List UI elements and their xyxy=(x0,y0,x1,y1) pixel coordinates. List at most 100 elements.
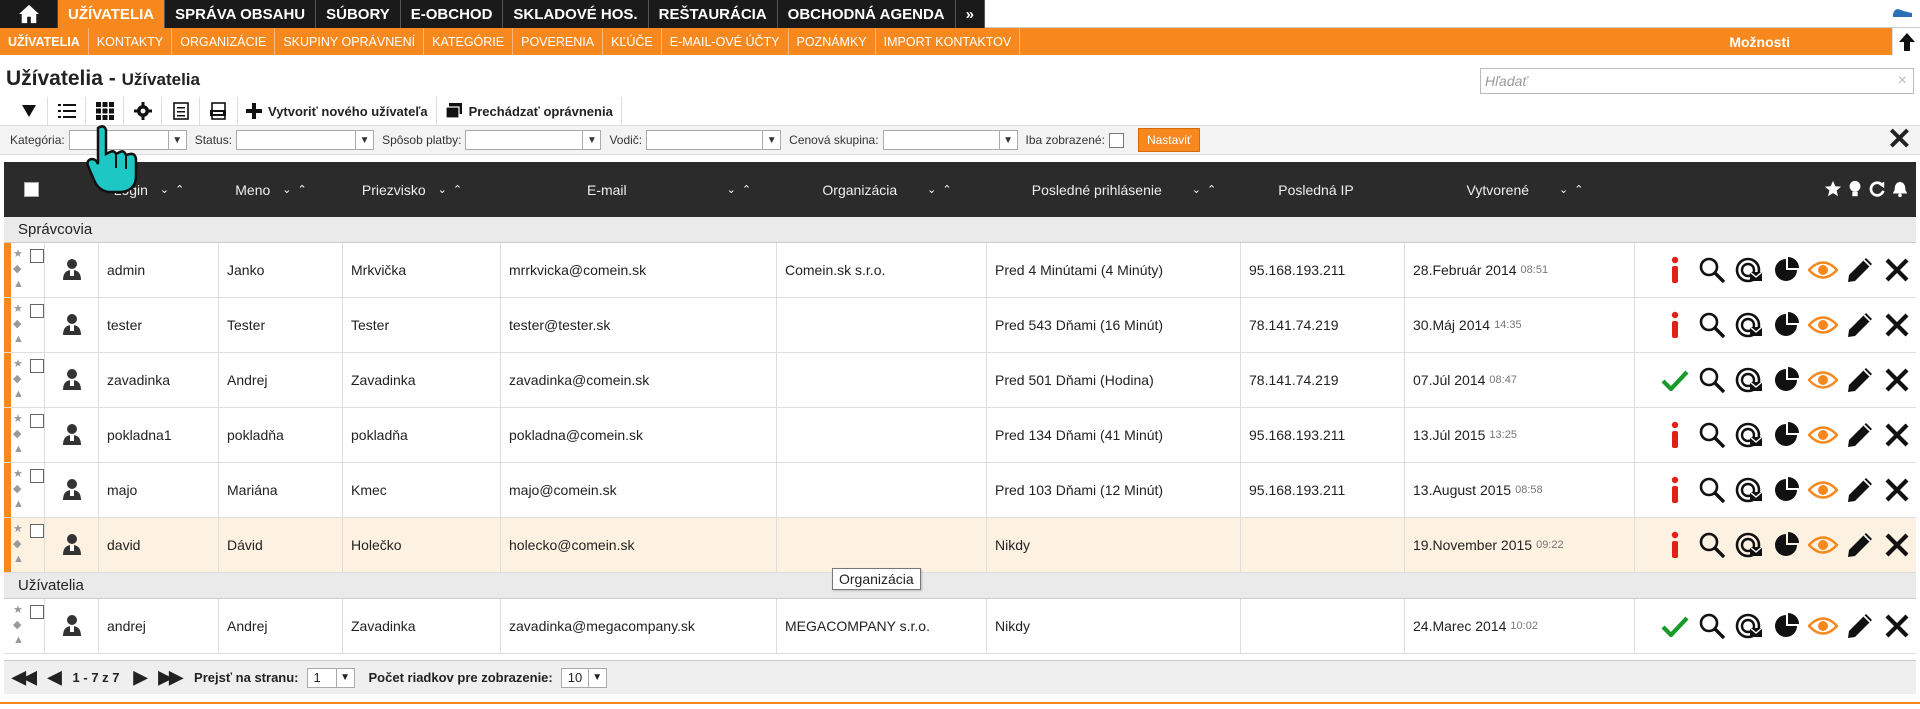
eye-icon[interactable] xyxy=(1806,528,1840,562)
delete-icon[interactable] xyxy=(1880,308,1914,342)
info-icon[interactable] xyxy=(1658,528,1692,562)
pie-chart-icon[interactable] xyxy=(1769,528,1803,562)
row-checkbox[interactable] xyxy=(30,249,44,263)
col-last-login[interactable]: Posledné prihlásenie ⌄⌃ xyxy=(980,162,1234,217)
row-checkbox[interactable] xyxy=(30,359,44,373)
star-icon[interactable]: ★ xyxy=(13,468,23,480)
browse-permissions-button[interactable]: Prechádzať oprávnenia xyxy=(437,97,622,125)
pencil-icon[interactable] xyxy=(1843,308,1877,342)
tag-icon[interactable]: ◆ xyxy=(13,318,21,330)
page-select[interactable]: 1 ▼ xyxy=(306,667,355,688)
table-row[interactable]: ★ ◆ ▲ zavadinka Andrej Zavadinka zavadinka@com… xyxy=(4,353,1916,408)
star-icon[interactable] xyxy=(1824,180,1842,198)
eye-icon[interactable] xyxy=(1806,253,1840,287)
apply-filter-button[interactable]: Nastaviť xyxy=(1137,128,1201,152)
tag-icon[interactable]: ◆ xyxy=(13,263,21,275)
lightbulb-icon[interactable] xyxy=(1848,180,1862,198)
export-pdf-button[interactable] xyxy=(200,97,238,125)
table-row[interactable]: ★ ◆ ▲ majo Mariána Kmec majo@comein.sk Pred 103… xyxy=(4,463,1916,518)
target-mail-icon[interactable] xyxy=(1732,473,1766,507)
row-checkbox[interactable] xyxy=(30,605,44,619)
target-mail-icon[interactable] xyxy=(1732,609,1766,643)
topnav-restaurant[interactable]: REŠTAURÁCIA xyxy=(649,0,778,28)
target-mail-icon[interactable] xyxy=(1732,418,1766,452)
pie-chart-icon[interactable] xyxy=(1769,609,1803,643)
topnav-warehouse[interactable]: SKLADOVÉ HOS. xyxy=(503,0,649,28)
subnav-authorizations[interactable]: POVERENIA xyxy=(513,28,604,55)
eye-icon[interactable] xyxy=(1806,473,1840,507)
bell-icon[interactable]: ▲ xyxy=(13,553,24,565)
subnav-categories[interactable]: KATEGÓRIE xyxy=(424,28,514,55)
subnav-permission-groups[interactable]: SKUPINY OPRÁVNENÍ xyxy=(275,28,425,55)
topnav-more[interactable]: » xyxy=(956,0,985,28)
pencil-icon[interactable] xyxy=(1843,363,1877,397)
pencil-icon[interactable] xyxy=(1843,609,1877,643)
bell-icon[interactable]: ▲ xyxy=(13,278,24,290)
pencil-icon[interactable] xyxy=(1843,473,1877,507)
bell-icon[interactable]: ▲ xyxy=(13,634,24,646)
table-row[interactable]: ★ ◆ ▲ admin Janko Mrkvička mrrkvicka@comein.sk… xyxy=(4,243,1916,298)
delete-icon[interactable] xyxy=(1880,253,1914,287)
payment-select[interactable]: ▼ xyxy=(465,130,602,150)
pie-chart-icon[interactable] xyxy=(1769,418,1803,452)
star-icon[interactable]: ★ xyxy=(13,604,23,616)
search-icon[interactable] xyxy=(1695,363,1729,397)
pie-chart-icon[interactable] xyxy=(1769,308,1803,342)
row-checkbox[interactable] xyxy=(30,414,44,428)
target-mail-icon[interactable] xyxy=(1732,308,1766,342)
grid-view-button[interactable] xyxy=(86,97,124,125)
target-mail-icon[interactable] xyxy=(1732,363,1766,397)
status-select[interactable]: ▼ xyxy=(236,130,375,150)
checkmark-icon[interactable] xyxy=(1658,363,1692,397)
pie-chart-icon[interactable] xyxy=(1769,473,1803,507)
tag-icon[interactable]: ◆ xyxy=(13,373,21,385)
tag-icon[interactable]: ◆ xyxy=(13,428,21,440)
table-row[interactable]: ★ ◆ ▲ pokladna1 pokladňa pokladňa pokladna@com… xyxy=(4,408,1916,463)
search-icon[interactable] xyxy=(1695,609,1729,643)
sort-icon[interactable]: ⌄⌃ xyxy=(438,183,468,196)
pencil-icon[interactable] xyxy=(1843,253,1877,287)
sort-icon[interactable]: ⌄⌃ xyxy=(927,183,957,196)
delete-icon[interactable] xyxy=(1880,418,1914,452)
subnav-import-contacts[interactable]: IMPORT KONTAKTOV xyxy=(876,28,1021,55)
rows-per-page-select[interactable]: 10 ▼ xyxy=(560,667,607,688)
close-filter-icon[interactable]: ✕ xyxy=(1887,125,1912,155)
bell-icon[interactable]: ▲ xyxy=(13,388,24,400)
topnav-content[interactable]: SPRÁVA OBSAHU xyxy=(165,0,317,28)
search-input[interactable]: Hľadať × xyxy=(1480,68,1914,94)
search-icon[interactable] xyxy=(1695,473,1729,507)
bell-icon[interactable] xyxy=(1892,180,1908,198)
sort-icon[interactable]: ⌄⌃ xyxy=(1192,183,1222,196)
search-icon[interactable] xyxy=(1695,528,1729,562)
subnav-organizations[interactable]: ORGANIZÁCIE xyxy=(172,28,276,55)
subnav-email-accounts[interactable]: E-MAIL-OVÉ ÚČTY xyxy=(662,28,789,55)
col-organizacia[interactable]: Organizácia ⌄⌃ xyxy=(770,162,980,217)
col-priezvisko[interactable]: Priezvisko ⌄⌃ xyxy=(336,162,494,217)
subnav-notes[interactable]: POZNÁMKY xyxy=(789,28,876,55)
sort-icon[interactable]: ⌄⌃ xyxy=(1559,183,1589,196)
pencil-icon[interactable] xyxy=(1843,418,1877,452)
star-icon[interactable]: ★ xyxy=(13,248,23,260)
select-all-checkbox[interactable] xyxy=(24,182,39,197)
info-icon[interactable] xyxy=(1658,473,1692,507)
row-checkbox[interactable] xyxy=(30,304,44,318)
tag-icon[interactable]: ◆ xyxy=(13,483,21,495)
list-view-button[interactable] xyxy=(48,97,86,125)
bell-icon[interactable]: ▲ xyxy=(13,498,24,510)
eye-icon[interactable] xyxy=(1806,418,1840,452)
scroll-top-button[interactable] xyxy=(1892,28,1920,55)
subnav-users[interactable]: UŽÍVATELIA xyxy=(0,28,89,55)
home-button[interactable] xyxy=(0,0,58,28)
delete-icon[interactable] xyxy=(1880,528,1914,562)
filter-toggle-button[interactable] xyxy=(10,97,48,125)
eye-icon[interactable] xyxy=(1806,308,1840,342)
row-checkbox[interactable] xyxy=(30,524,44,538)
bell-icon[interactable]: ▲ xyxy=(13,333,24,345)
info-icon[interactable] xyxy=(1658,418,1692,452)
topnav-eshop[interactable]: E-OBCHOD xyxy=(401,0,504,28)
driver-select[interactable]: ▼ xyxy=(646,130,782,150)
export-document-button[interactable] xyxy=(162,97,200,125)
search-icon[interactable] xyxy=(1695,418,1729,452)
info-icon[interactable] xyxy=(1658,253,1692,287)
col-meno[interactable]: Meno ⌄⌃ xyxy=(212,162,336,217)
